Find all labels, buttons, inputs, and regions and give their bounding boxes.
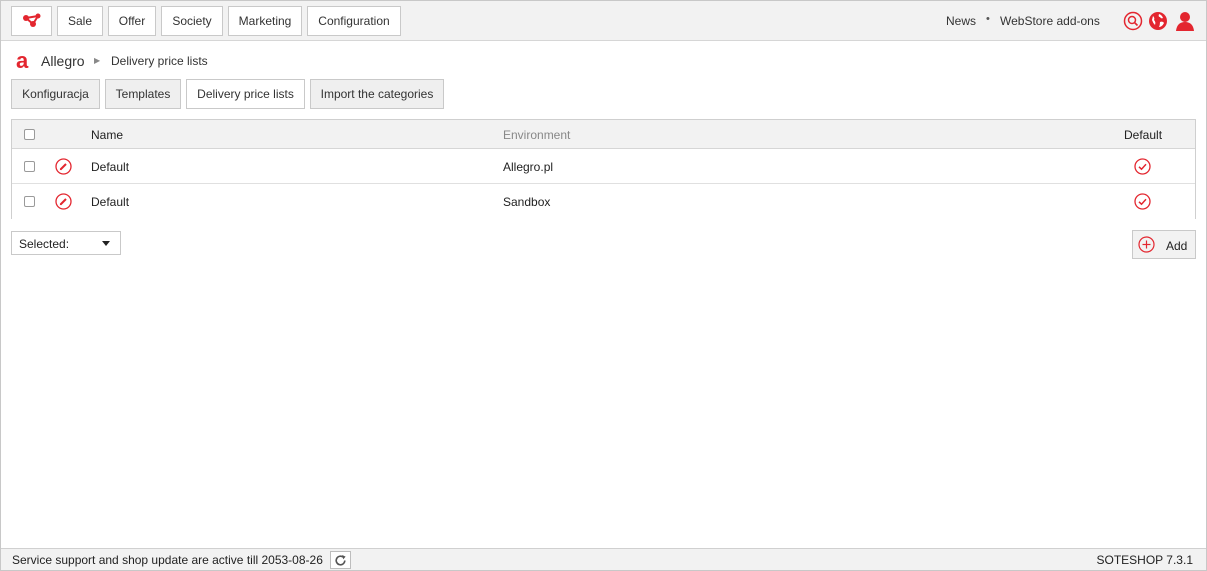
user-icon[interactable] [1175,11,1195,31]
nav-marketing-button[interactable]: Marketing [228,6,302,36]
allegro-logo-icon: a [16,52,29,70]
tab-templates[interactable]: Templates [105,79,181,109]
status-bar: Service support and shop update are acti… [1,548,1206,570]
support-status-text: Service support and shop update are acti… [12,553,323,567]
edit-icon[interactable] [55,193,72,210]
row-name: Default [91,160,130,174]
tab-delivery-price-lists[interactable]: Delivery price lists [186,79,305,109]
top-navigation-bar: Sale Offer Society Marketing Configurati… [1,1,1206,41]
breadcrumb-current: Delivery price lists [111,54,208,68]
tab-konfiguracja[interactable]: Konfiguracja [11,79,100,109]
row-name: Default [91,195,130,209]
nav-sale-button[interactable]: Sale [57,6,103,36]
table-row[interactable]: Default Sandbox [12,184,1195,219]
column-header-name[interactable]: Name [91,128,123,142]
search-icon[interactable] [1123,11,1143,31]
table-row[interactable]: Default Allegro.pl [12,149,1195,184]
price-lists-table: Name Environment Default Default Allegro… [11,119,1196,219]
tab-import-categories[interactable]: Import the categories [310,79,444,109]
svg-text:a: a [16,52,29,70]
row-environment: Allegro.pl [503,160,554,174]
table-header: Name Environment Default [12,120,1195,149]
add-button-label: Add [1166,239,1188,253]
add-button[interactable]: Add [1132,230,1196,259]
plus-circle-icon [1138,236,1155,253]
check-circle-icon [1134,158,1151,175]
nav-society-button[interactable]: Society [161,6,223,36]
refresh-button[interactable] [330,551,351,569]
selected-actions-label: Selected: [19,237,70,251]
check-circle-icon [1134,193,1151,210]
breadcrumb-separator-icon: ▶ [94,56,101,65]
breadcrumb-root[interactable]: Allegro [41,53,85,69]
select-all-checkbox[interactable] [24,129,35,140]
row-checkbox[interactable] [24,196,35,207]
app-window [0,0,1207,571]
column-header-environment[interactable]: Environment [503,128,570,142]
selected-actions-dropdown[interactable]: Selected: [11,231,121,255]
edit-icon[interactable] [55,158,72,175]
share-nodes-icon [22,13,40,27]
chevron-down-icon [102,241,110,246]
news-link[interactable]: News [946,14,976,28]
nav-offer-button[interactable]: Offer [108,6,156,36]
home-logo-button[interactable] [11,6,52,36]
nav-configuration-button[interactable]: Configuration [307,6,401,36]
webstore-addons-link[interactable]: WebStore add-ons [1000,14,1100,28]
globe-icon[interactable] [1148,11,1168,31]
row-environment: Sandbox [503,195,551,209]
column-header-default[interactable]: Default [1124,128,1162,142]
row-checkbox[interactable] [24,161,35,172]
version-label: SOTESHOP 7.3.1 [1096,553,1194,567]
refresh-icon [335,554,346,566]
link-separator: • [986,13,990,25]
